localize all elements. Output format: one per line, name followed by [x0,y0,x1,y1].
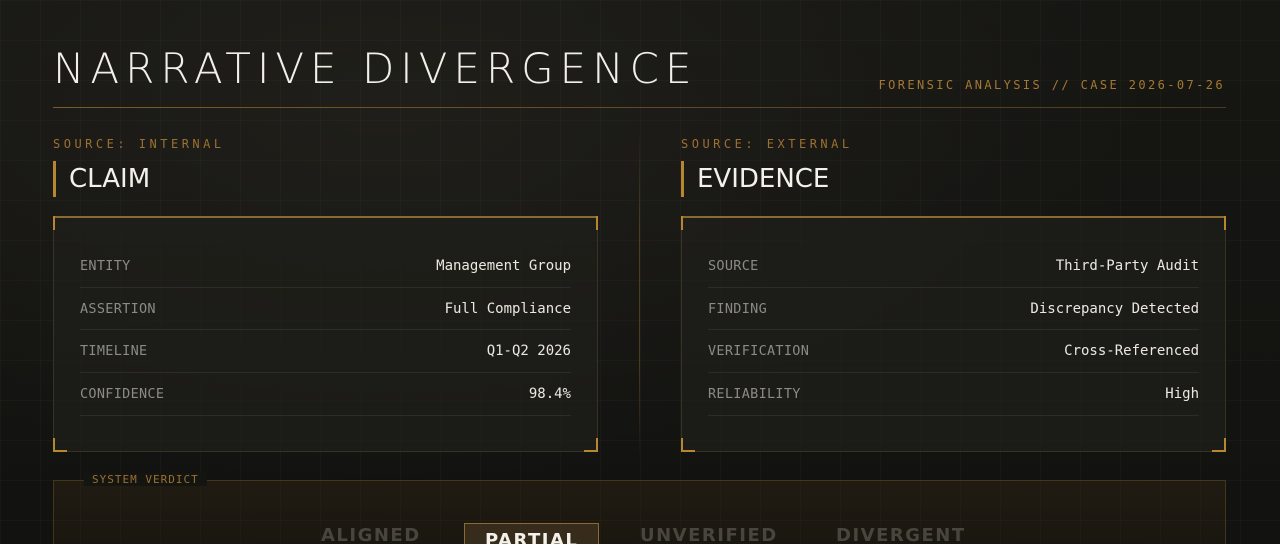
corner-bracket [681,438,695,452]
row-label: VERIFICATION [708,343,810,360]
page: NARRATIVE DIVERGENCE FORENSIC ANALYSIS /… [0,0,1280,544]
corner-bracket [1212,438,1226,452]
claim-row-confidence: CONFIDENCE 98.4% [80,373,571,416]
row-label: RELIABILITY [708,385,801,402]
header-divider [53,107,1226,108]
system-verdict-panel: SYSTEM VERDICT ALIGNED PARTIAL UNVERIFIE… [53,473,1226,544]
row-label: SOURCE [708,257,759,274]
corner-bracket [584,438,598,452]
row-value: Discrepancy Detected [1030,300,1199,317]
claim-source-label: SOURCE: INTERNAL [53,137,225,151]
claim-row-entity: ENTITY Management Group [80,245,571,288]
evidence-row-source: SOURCE Third-Party Audit [708,245,1199,288]
evidence-card: SOURCE Third-Party Audit FINDING Discrep… [681,216,1226,452]
evidence-source-label: SOURCE: EXTERNAL [681,137,853,151]
corner-bracket [1212,216,1226,230]
evidence-rows: SOURCE Third-Party Audit FINDING Discrep… [708,245,1199,416]
system-verdict-label: SYSTEM VERDICT [84,473,207,486]
column-divider [639,130,640,460]
corner-bracket [53,438,67,452]
row-label: FINDING [708,300,767,317]
row-value: Full Compliance [444,300,571,317]
claim-row-timeline: TIMELINE Q1-Q2 2026 [80,330,571,374]
case-meta: FORENSIC ANALYSIS // CASE 2026-07-26 [878,78,1225,92]
evidence-row-finding: FINDING Discrepancy Detected [708,288,1199,331]
corner-bracket [53,216,67,230]
row-label: TIMELINE [80,343,148,360]
row-value: High [1165,385,1199,402]
row-value: Third-Party Audit [1055,257,1199,274]
row-value: Management Group [436,257,571,274]
row-label: CONFIDENCE [80,385,165,402]
corner-bracket [584,216,598,230]
page-title: NARRATIVE DIVERGENCE [53,44,698,93]
evidence-heading: EVIDENCE [681,161,829,197]
corner-bracket [681,216,695,230]
row-value: 98.4% [528,385,571,402]
claim-card: ENTITY Management Group ASSERTION Full C… [53,216,598,452]
row-value: Cross-Referenced [1064,343,1199,360]
row-label: ENTITY [80,257,131,274]
evidence-row-verification: VERIFICATION Cross-Referenced [708,330,1199,374]
verdict-option-aligned[interactable]: ALIGNED [321,525,421,544]
claim-heading: CLAIM [53,161,150,197]
claim-row-assertion: ASSERTION Full Compliance [80,288,571,331]
verdict-option-divergent[interactable]: DIVERGENT [836,525,966,544]
claim-rows: ENTITY Management Group ASSERTION Full C… [80,245,571,416]
row-label: ASSERTION [80,300,156,317]
verdict-option-unverified[interactable]: UNVERIFIED [640,525,778,544]
evidence-row-reliability: RELIABILITY High [708,373,1199,416]
verdict-option-partial[interactable]: PARTIAL [464,523,600,544]
row-value: Q1-Q2 2026 [486,343,571,360]
